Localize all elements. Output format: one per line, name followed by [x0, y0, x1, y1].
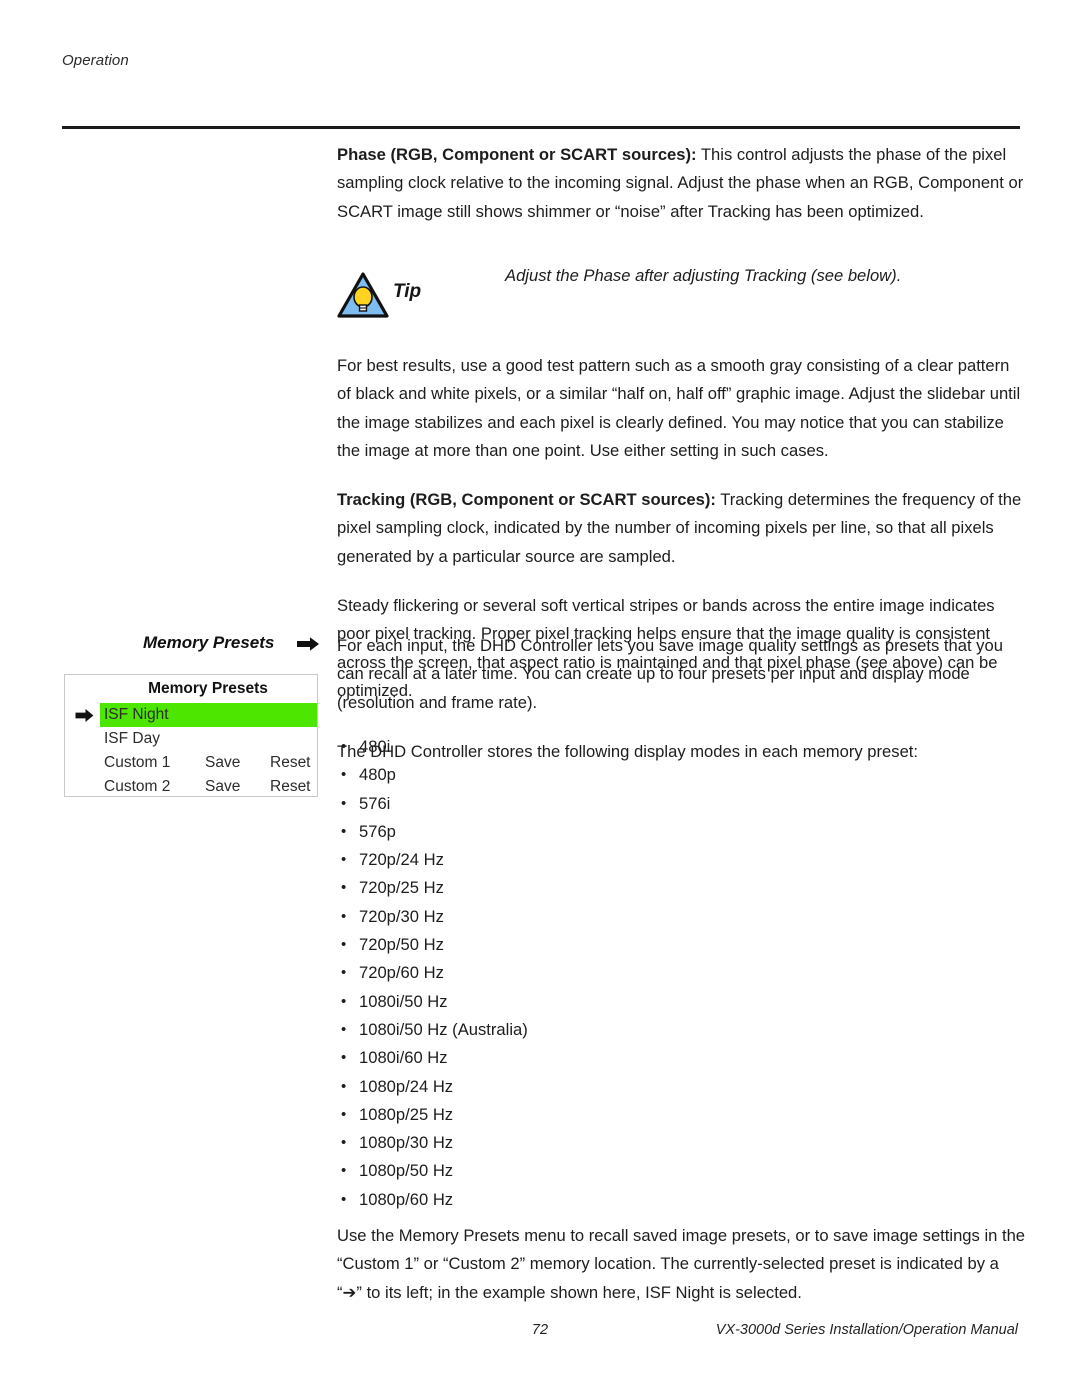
list-item: 720p/30 Hz [337, 903, 1027, 932]
menu-row[interactable]: ISF Day [65, 727, 317, 751]
tracking-lead-in: Tracking (RGB, Component or SCART source… [337, 490, 716, 510]
list-item: 720p/24 Hz [337, 846, 1027, 875]
tip-label: Tip [393, 281, 422, 302]
tracking-paragraph: Tracking (RGB, Component or SCART source… [337, 486, 1027, 571]
list-item: 1080i/50 Hz (Australia) [337, 1016, 1027, 1045]
phase-paragraph: Phase (RGB, Component or SCART sources):… [337, 141, 1027, 226]
menu-row-reset[interactable]: Reset [270, 751, 311, 775]
memory-presets-menu-title: Memory Presets [148, 680, 268, 697]
side-heading-arrow-icon [296, 636, 320, 652]
menu-row[interactable]: Custom 2 Save Reset [65, 775, 317, 799]
list-item: 1080p/50 Hz [337, 1157, 1027, 1186]
display-modes-list: 480i 480p 576i 576p 720p/24 Hz 720p/25 H… [337, 733, 1027, 1214]
list-item: 1080i/50 Hz [337, 988, 1027, 1017]
menu-row-save[interactable]: Save [205, 775, 240, 799]
list-item: 480i [337, 733, 1027, 762]
phase-lead-in: Phase (RGB, Component or SCART sources): [337, 145, 697, 164]
best-results-paragraph: For best results, use a good test patter… [337, 356, 1021, 460]
each-input-paragraph: For each input, the DHD Controller lets … [337, 636, 1003, 712]
menu-row-reset[interactable]: Reset [270, 775, 311, 799]
list-item: 1080p/25 Hz [337, 1101, 1027, 1130]
list-item: 1080p/24 Hz [337, 1073, 1027, 1102]
list-item: 1080i/60 Hz [337, 1044, 1027, 1073]
running-head: Operation [62, 52, 129, 69]
selection-arrow-icon [75, 707, 94, 722]
display-modes-list-block: 480i 480p 576i 576p 720p/24 Hz 720p/25 H… [337, 733, 1027, 1214]
list-item: 1080p/60 Hz [337, 1186, 1027, 1215]
list-item: 720p/25 Hz [337, 874, 1027, 903]
tip-callout: Tip Adjust the Phase after adjusting Tra… [337, 262, 1027, 332]
tip-text: Adjust the Phase after adjusting Trackin… [505, 266, 902, 285]
closing-paragraph: Use the Memory Presets menu to recall sa… [337, 1226, 1026, 1302]
list-item: 1080p/30 Hz [337, 1129, 1027, 1158]
menu-row[interactable]: Custom 1 Save Reset [65, 751, 317, 775]
list-item: 480p [337, 761, 1027, 790]
memory-presets-menu-rows: ISF Night ISF Day Custom 1 Save Reset Cu… [65, 703, 317, 799]
list-item: 720p/60 Hz [337, 959, 1027, 988]
closing-paragraph-block: Use the Memory Presets menu to recall sa… [337, 1222, 1027, 1307]
menu-row-save[interactable]: Save [205, 751, 240, 775]
list-item: 720p/50 Hz [337, 931, 1027, 960]
phase-paragraph-block: Phase (RGB, Component or SCART sources):… [337, 141, 1027, 247]
header-rule [62, 126, 1020, 129]
menu-row-label: ISF Day [104, 730, 160, 747]
memory-presets-menu[interactable]: Memory Presets ISF Night ISF Day Custom … [64, 674, 318, 797]
menu-row-label: ISF Night [104, 706, 169, 723]
side-heading-memory-presets: Memory Presets [143, 633, 275, 652]
list-item: 576p [337, 818, 1027, 847]
tip-lightbulb-icon [337, 272, 389, 318]
menu-row-label: Custom 1 [104, 754, 171, 771]
menu-row[interactable]: ISF Night [65, 703, 317, 727]
list-item: 576i [337, 790, 1027, 819]
footer-manual-title: VX-3000d Series Installation/Operation M… [715, 1322, 1018, 1338]
menu-row-label: Custom 2 [104, 778, 171, 795]
